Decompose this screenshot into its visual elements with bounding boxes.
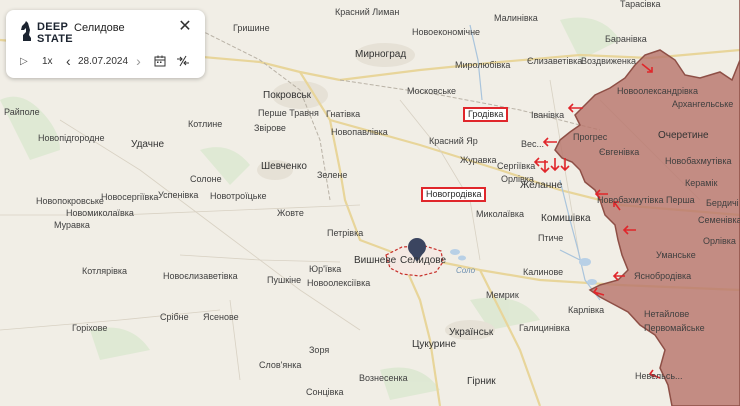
place-label: Прогрес xyxy=(573,132,608,142)
place-label: Ясенове xyxy=(203,312,239,322)
knight-icon xyxy=(21,21,31,41)
place-label: Калинове xyxy=(523,267,564,277)
place-label: Гнатівка xyxy=(326,109,361,119)
place-label: Шевченко xyxy=(261,161,307,172)
place-label: Миролюбівка xyxy=(455,60,511,70)
place-label: Зоря xyxy=(309,345,330,355)
place-label: Новобахмутівка xyxy=(665,156,732,166)
place-label: Горіхове xyxy=(72,323,108,333)
place-label: Орлівка xyxy=(703,236,736,246)
place-label: Котлине xyxy=(188,119,223,129)
panel-title: Селидове xyxy=(74,22,125,34)
place-label: Мемрик xyxy=(486,290,519,300)
place-label: Пушкіне xyxy=(267,275,302,285)
place-label: Красний Лиман xyxy=(335,7,400,17)
place-label: Новотроїцьке xyxy=(210,191,267,201)
place-label: Комишівка xyxy=(541,213,591,224)
place-label: Миколаївка xyxy=(476,209,525,219)
place-label: Новосергіївка xyxy=(101,192,159,202)
place-label: Новобахмутівка Перша xyxy=(597,195,695,205)
place-label: Новоолександрівка xyxy=(617,86,698,96)
place-label: Новоолексіївка xyxy=(307,278,371,288)
place-label: Вишневе xyxy=(354,255,397,266)
place-label: Жовте xyxy=(277,208,304,218)
place-label-highlighted-hrodivka: Гродівка xyxy=(463,107,509,122)
place-label: Солоне xyxy=(190,174,222,184)
place-label: Успенівка xyxy=(158,190,199,200)
place-label: Покровськ xyxy=(263,90,312,101)
place-label: Євгенівка xyxy=(599,147,640,157)
place-label: Невельсь... xyxy=(635,371,683,381)
close-button[interactable]: ✕ xyxy=(177,19,193,35)
place-label: Птиче xyxy=(538,233,564,243)
place-label: Мирноград xyxy=(355,49,407,60)
place-label: Новоекономічне xyxy=(412,27,481,37)
place-label: Новомиколаївка xyxy=(66,208,134,218)
place-label: Гірник xyxy=(467,376,496,387)
place-label: Московське xyxy=(407,86,457,96)
place-label: Керамік xyxy=(685,178,718,188)
place-label: Удачне xyxy=(131,139,165,150)
place-label: Нетайлове xyxy=(644,309,690,319)
place-label: Малинівка xyxy=(494,13,538,23)
place-label: Журавка xyxy=(460,155,497,165)
place-label: Муравка xyxy=(54,220,90,230)
compare-icon[interactable] xyxy=(176,55,190,67)
place-label: Баранівка xyxy=(605,34,647,44)
place-label: Карлівка xyxy=(568,305,605,315)
place-label: Первомайське xyxy=(644,323,705,333)
place-label: Слов'янка xyxy=(259,360,302,370)
place-label: Цукурине xyxy=(412,339,457,350)
place-label: Бердичі xyxy=(706,198,739,208)
place-label: Райполе xyxy=(4,107,40,117)
place-label: Звірове xyxy=(254,123,286,133)
place-label: Гришине xyxy=(233,23,270,33)
place-label: Зелене xyxy=(317,170,348,180)
place-label: Сонцівка xyxy=(306,387,344,397)
play-button[interactable]: ▷ xyxy=(20,56,32,67)
place-label: Новопавлівка xyxy=(331,127,388,137)
place-label: Українськ xyxy=(449,327,494,338)
place-label: Тарасівка xyxy=(620,0,661,9)
place-label: Воздвиженка xyxy=(581,56,637,66)
prev-date-button[interactable]: ‹ xyxy=(66,53,76,69)
place-label: Котлярівка xyxy=(82,266,128,276)
place-label: Яснобродівка xyxy=(634,271,692,281)
place-label-highlighted-novohrodivka: Новогродівка xyxy=(421,187,487,202)
place-label: Єлизаветівка xyxy=(527,56,583,66)
place-label: Срібне xyxy=(160,312,189,322)
timeline-controls: ▷ 1x ‹ 28.07.2024 › xyxy=(20,53,190,69)
place-label: Очеретине xyxy=(658,130,709,141)
current-date: 28.07.2024 xyxy=(78,55,129,67)
river-label: Соло xyxy=(456,266,476,275)
place-label: Уманське xyxy=(656,250,696,260)
deepstate-logo: DEEP STATE xyxy=(20,17,73,47)
place-label: Красний Яр xyxy=(429,136,478,146)
place-label: Сергіївка xyxy=(497,161,536,171)
place-label: Вес... xyxy=(521,139,545,149)
place-label: Архангельське xyxy=(672,99,734,109)
speed-button[interactable]: 1x xyxy=(42,56,58,67)
place-label: Перше Травня xyxy=(258,108,319,118)
map-control-panel: DEEP STATE Селидове ✕ ▷ 1x ‹ 28.07.2024 … xyxy=(6,10,205,78)
place-label: Петрівка xyxy=(327,228,364,238)
place-label: Іванівка xyxy=(531,110,565,120)
calendar-icon[interactable] xyxy=(154,55,166,67)
place-label: Вознесенка xyxy=(359,373,408,383)
place-label: Галицинівка xyxy=(519,323,570,333)
place-label: Желанне xyxy=(520,180,563,191)
place-label: Юр'ївка xyxy=(309,264,342,274)
place-label: Новопідгородне xyxy=(38,133,105,143)
place-label: Семенівка xyxy=(698,215,740,225)
place-label: Новопокровське xyxy=(36,196,104,206)
next-date-button[interactable]: › xyxy=(136,53,146,69)
place-label: Новоєлизаветівка xyxy=(163,271,238,281)
place-label-selydove: Селидове xyxy=(400,255,447,266)
